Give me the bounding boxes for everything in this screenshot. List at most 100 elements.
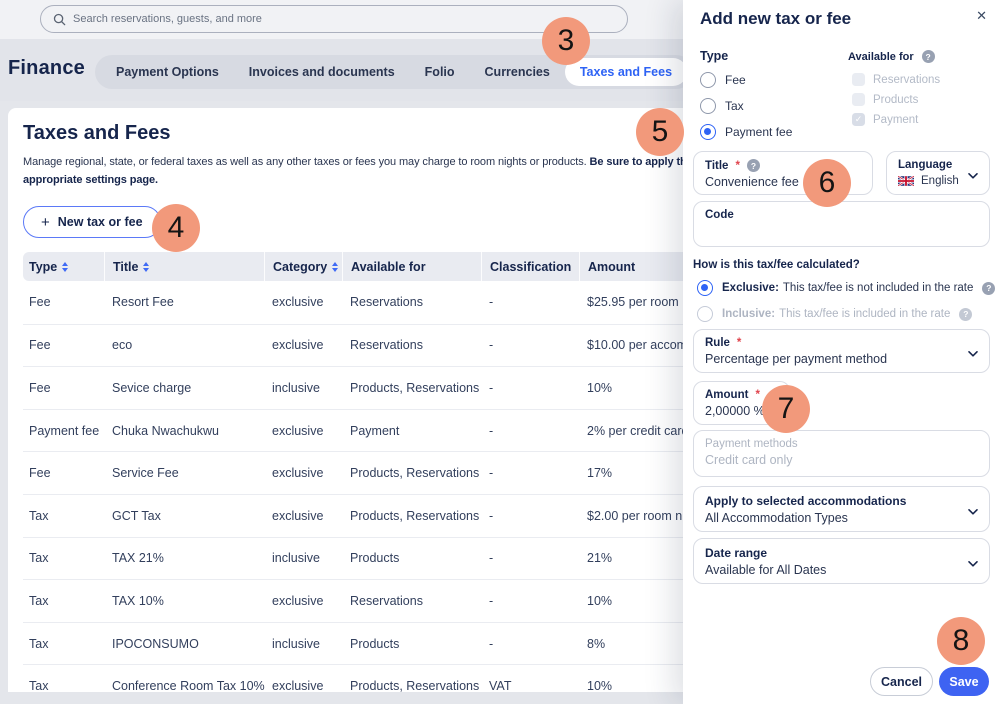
type-radio-fee[interactable]: Fee [700, 72, 746, 88]
search-icon [53, 13, 66, 26]
checkbox-icon [852, 93, 865, 106]
table-cell: Products [350, 636, 400, 651]
table-cell: - [489, 636, 494, 651]
type-radio-tax[interactable]: Tax [700, 98, 744, 114]
tab-payment-options[interactable]: Payment Options [101, 58, 234, 86]
table-cell: exclusive [272, 338, 324, 353]
table-cell: Reservations [350, 295, 423, 310]
code-field-label: Code [705, 209, 734, 221]
checkbox-icon: ✓ [852, 113, 865, 126]
apply-label: Apply to selected accommodations [705, 494, 907, 508]
table-cell: - [489, 423, 494, 438]
table-cell: Fee [29, 338, 51, 353]
table-cell: exclusive [272, 466, 324, 481]
close-icon[interactable]: ✕ [976, 8, 987, 24]
new-tax-or-fee-label: New tax or fee [57, 215, 143, 229]
radio-icon [700, 98, 716, 114]
table-cell: exclusive [272, 423, 324, 438]
table-cell: exclusive [272, 679, 324, 692]
column-header-category[interactable]: Category [264, 252, 350, 281]
column-header-title[interactable]: Title [104, 252, 272, 281]
save-button[interactable]: Save [939, 667, 989, 696]
apply-accommodations-select[interactable]: Apply to selected accommodations All Acc… [693, 486, 990, 532]
radio-label: Fee [725, 73, 746, 87]
global-search[interactable] [40, 5, 628, 33]
exclusive-text: This tax/fee is not included in the rate [782, 282, 974, 294]
language-label: Language [898, 159, 953, 171]
table-cell: Payment [350, 423, 400, 438]
radio-icon [700, 124, 716, 140]
title-field-label: Title [705, 159, 729, 172]
table-cell: exclusive [272, 295, 324, 310]
rule-value: Percentage per payment method [705, 352, 888, 366]
table-cell: Resort Fee [112, 295, 174, 310]
column-label: Title [113, 259, 139, 274]
radio-icon [700, 72, 716, 88]
table-cell: Tax [29, 636, 49, 651]
help-icon: ? [959, 307, 973, 321]
table-cell: inclusive [272, 636, 320, 651]
finance-tabs: Payment Options Invoices and documents Fol… [95, 55, 694, 89]
code-field[interactable]: Code [693, 201, 990, 247]
table-cell: Fee [29, 295, 51, 310]
column-label: Classification [490, 259, 572, 274]
table-cell: Products, Reservations [350, 380, 480, 395]
column-header-classification: Classification [481, 252, 587, 281]
help-icon[interactable]: ? [982, 281, 996, 295]
help-icon[interactable]: ? [746, 159, 760, 172]
chevron-down-icon [968, 166, 978, 184]
amount-label: Amount [705, 389, 749, 401]
tab-taxes-and-fees[interactable]: Taxes and Fees [564, 58, 688, 86]
table-cell: TAX 21% [112, 551, 164, 566]
type-group-label: Type [700, 49, 729, 63]
checkbox-label: Products [873, 93, 919, 106]
required-asterisk: * [755, 389, 760, 401]
chevron-down-icon [968, 502, 978, 520]
table-cell: Chuka Nwachukwu [112, 423, 219, 438]
search-input[interactable] [73, 13, 615, 25]
inclusive-option: Inclusive: This tax/fee is included in t… [697, 306, 973, 322]
uk-flag-icon [897, 175, 915, 187]
tab-folio[interactable]: Folio [410, 58, 470, 86]
column-header-type[interactable]: Type [29, 252, 112, 281]
table-cell: exclusive [272, 593, 324, 608]
column-label: Available for [351, 259, 426, 274]
radio-disabled-icon [697, 306, 713, 322]
date-range-select[interactable]: Date range Available for All Dates [693, 538, 990, 584]
page-section-title: Finance [8, 57, 85, 79]
table-cell: inclusive [272, 380, 320, 395]
help-icon[interactable]: ? [921, 50, 935, 63]
column-label: Category [273, 259, 328, 274]
panel-title: Add new tax or fee [700, 9, 852, 28]
available-for-checkbox-payment: ✓ Payment [852, 113, 918, 126]
table-cell: GCT Tax [112, 508, 161, 523]
date-range-label: Date range [705, 546, 768, 560]
table-cell: TAX 10% [112, 593, 164, 608]
tab-currencies[interactable]: Currencies [470, 58, 565, 86]
amount-field[interactable]: Amount * 2,00000 % [693, 381, 790, 425]
table-cell: Products, Reservations [350, 508, 480, 523]
tab-invoices-and-documents[interactable]: Invoices and documents [234, 58, 410, 86]
new-tax-or-fee-button[interactable]: + New tax or fee [23, 206, 161, 238]
table-cell: Tax [29, 593, 49, 608]
required-asterisk: * [736, 337, 742, 349]
table-cell: Reservations [350, 338, 423, 353]
sort-arrows-icon [143, 261, 150, 272]
type-radio-payment-fee[interactable]: Payment fee [700, 124, 792, 140]
date-range-value: Available for All Dates [705, 563, 827, 577]
table-cell: exclusive [272, 508, 324, 523]
exclusive-option[interactable]: Exclusive: This tax/fee is not included … [697, 280, 996, 296]
rule-label: Rule [705, 337, 730, 349]
rule-select[interactable]: Rule * Percentage per payment method [693, 329, 990, 373]
table-cell: Products, Reservations [350, 679, 480, 692]
checkbox-icon [852, 73, 865, 86]
radio-label: Tax [725, 99, 744, 113]
payment-methods-field: Payment methods Credit card only [693, 430, 990, 477]
title-field[interactable]: Title * ? Convenience fee [693, 151, 873, 195]
checkbox-label: Payment [873, 113, 919, 126]
table-cell: Fee [29, 380, 51, 395]
language-select[interactable]: Language English [886, 151, 990, 195]
cancel-button[interactable]: Cancel [870, 667, 933, 696]
table-cell: - [489, 593, 494, 608]
title-field-value: Convenience fee [705, 175, 799, 189]
